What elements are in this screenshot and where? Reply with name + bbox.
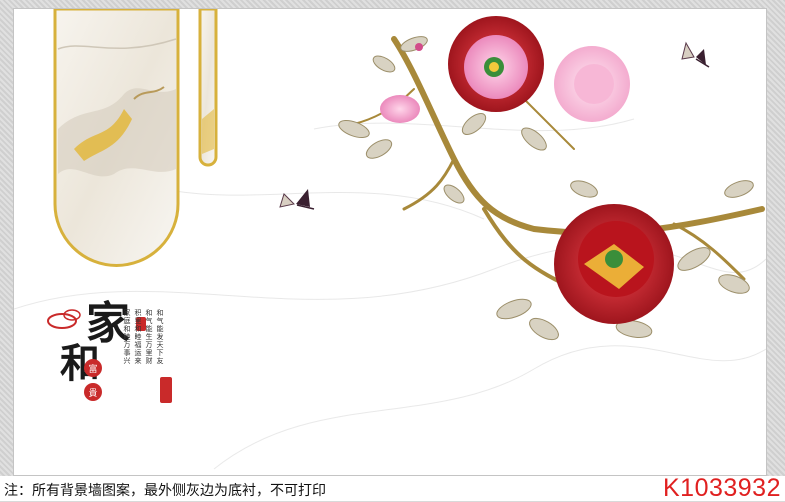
red-cloud-ornament: [47, 309, 81, 329]
poem-line-1: 和气能发天下友: [156, 309, 164, 365]
peony-leaves: [338, 36, 754, 341]
poem-line-2: 和气能生万里财: [145, 309, 153, 365]
butterfly-icon-right: [681, 41, 710, 68]
arched-panel-large: [53, 9, 180, 267]
butterfly-icon-left: [279, 189, 315, 210]
arched-panel-thin: [198, 9, 218, 167]
product-code: K1033932: [662, 474, 781, 502]
print-note: 注：所有背景墙图案，最外侧灰边为底衬，不可打印: [4, 483, 326, 499]
poem-line-4: 家庭和睦万事兴: [123, 309, 131, 365]
poem-text: 和气能发天下友 和气能生万里财 积里和睦福运来 家庭和睦万事兴: [122, 309, 164, 419]
peony-red-large: [554, 204, 674, 324]
round-seal-gui: 貴: [84, 383, 102, 401]
mural-canvas: 家 和 富 貴 和气能发天下友 和气能生万里财 积里和睦福运来 家庭和睦万事兴: [14, 9, 766, 475]
peony-pink: [554, 46, 630, 122]
footer-bar: 注：所有背景墙图案，最外侧灰边为底衬，不可打印 K1033932: [0, 476, 785, 501]
round-seal-fu: 富: [84, 359, 102, 377]
poem-line-3: 积里和睦福运来: [134, 309, 142, 365]
peony-red-top: [448, 16, 544, 112]
